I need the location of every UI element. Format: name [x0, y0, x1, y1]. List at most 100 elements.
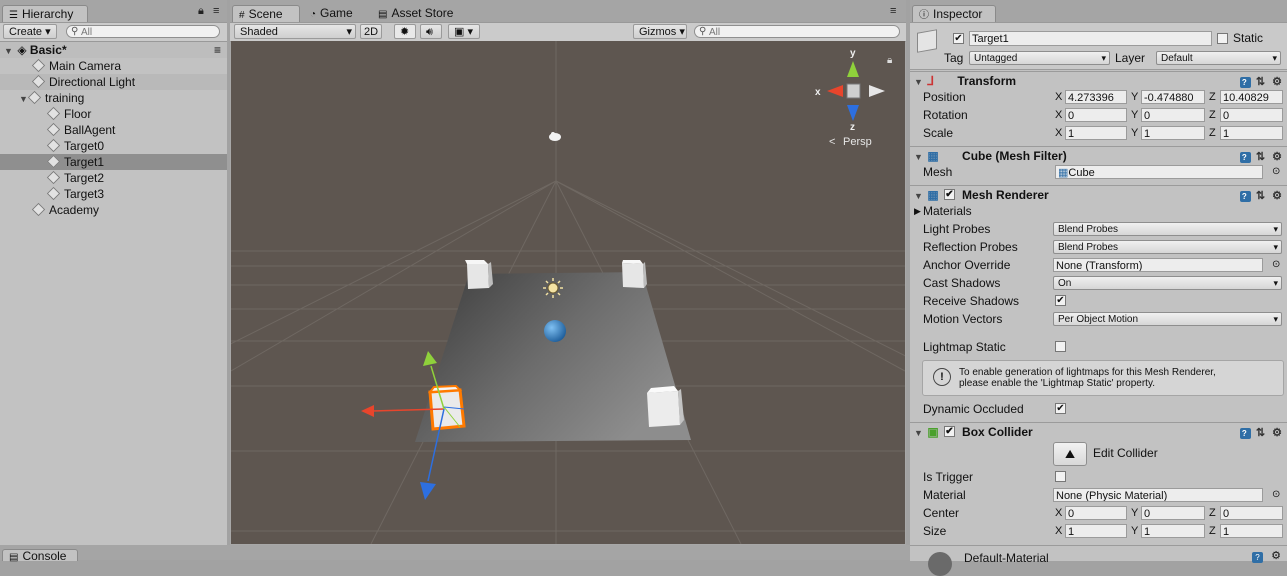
axis-y-label[interactable]: Y: [1131, 522, 1138, 540]
shading-mode-dropdown[interactable]: Shaded ▾: [234, 24, 356, 39]
create-button[interactable]: Create ▾: [3, 24, 57, 39]
edit-collider-button[interactable]: ⛰︎: [1053, 442, 1087, 466]
scale-x-field[interactable]: 1: [1065, 126, 1127, 140]
list-item[interactable]: Academy: [0, 202, 227, 218]
object-name-field[interactable]: Target1: [969, 31, 1212, 46]
axis-x-label[interactable]: X: [1055, 106, 1062, 124]
center-y-field[interactable]: 0: [1141, 506, 1205, 520]
help-icon[interactable]: ?: [1239, 191, 1251, 202]
gizmos-dropdown[interactable]: Gizmos ▾: [633, 24, 687, 39]
mesh-object-field[interactable]: ▦Cube: [1055, 165, 1263, 179]
tab-game[interactable]: ◔ Game: [304, 5, 359, 22]
axis-z-label[interactable]: Z: [1209, 88, 1216, 106]
axis-y-label[interactable]: Y: [1131, 106, 1138, 124]
box-collider-enabled-checkbox[interactable]: ✔: [944, 426, 955, 437]
position-z-field[interactable]: 10.40829: [1220, 90, 1283, 104]
rotation-x-field[interactable]: 0: [1065, 108, 1127, 122]
layer-dropdown[interactable]: Default: [1156, 51, 1281, 65]
active-checkbox[interactable]: ✔: [953, 33, 964, 44]
object-picker-icon[interactable]: ⊙: [1272, 256, 1280, 274]
axis-z-label[interactable]: Z: [1209, 106, 1216, 124]
list-item[interactable]: Main Camera: [0, 58, 227, 74]
scene-viewport[interactable]: y x z < Persp 🔒︎: [231, 41, 905, 544]
gear-icon[interactable]: ⚙︎: [1271, 549, 1281, 562]
anchor-override-field[interactable]: None (Transform): [1053, 258, 1263, 272]
receive-shadows-checkbox[interactable]: ✔: [1055, 295, 1066, 306]
help-icon[interactable]: ?: [1239, 77, 1251, 88]
materials-row[interactable]: ▶ Materials: [910, 202, 1287, 220]
mesh-renderer-enabled-checkbox[interactable]: ✔: [944, 189, 955, 200]
static-checkbox[interactable]: [1217, 33, 1228, 44]
component-menu-icons[interactable]: ? ⇅ ⚙︎: [1239, 424, 1284, 442]
panel-menu-icon[interactable]: ≡: [890, 5, 896, 17]
tab-hierarchy[interactable]: ☰ Hierarchy: [2, 5, 88, 22]
axis-x-label[interactable]: X: [1055, 522, 1062, 540]
default-material-header[interactable]: Default-Material ? ⚙︎: [910, 545, 1287, 576]
position-y-field[interactable]: -0.474880: [1141, 90, 1205, 104]
size-x-field[interactable]: 1: [1065, 524, 1127, 538]
tab-console[interactable]: ▤ Console: [2, 549, 78, 563]
expand-arrow-icon[interactable]: ▶: [914, 202, 921, 220]
lock-icon[interactable]: 🔒︎: [887, 55, 892, 66]
axis-x-label[interactable]: X: [1055, 504, 1062, 522]
hierarchy-search-input[interactable]: All: [66, 25, 220, 38]
audio-toggle-button[interactable]: 🔊︎: [420, 24, 442, 39]
position-x-field[interactable]: 4.273396: [1065, 90, 1127, 104]
target1-cube-selected[interactable]: [427, 384, 466, 431]
object-picker-icon[interactable]: ⊙: [1272, 486, 1280, 504]
list-item[interactable]: Target1: [0, 154, 227, 170]
orientation-gizmo[interactable]: y x z < Persp 🔒︎: [815, 48, 892, 148]
list-item[interactable]: Directional Light: [0, 74, 227, 90]
expand-arrow-icon[interactable]: ▼: [914, 424, 924, 442]
tag-dropdown[interactable]: Untagged: [969, 51, 1110, 65]
effects-dropdown[interactable]: ▣ ▾: [448, 24, 480, 39]
help-icon[interactable]: ?: [1239, 152, 1251, 163]
reflection-probes-dropdown[interactable]: Blend Probes: [1053, 240, 1282, 254]
object-picker-icon[interactable]: ⊙: [1272, 163, 1280, 181]
motion-vectors-dropdown[interactable]: Per Object Motion: [1053, 312, 1282, 326]
axis-y-label[interactable]: Y: [1131, 88, 1138, 106]
rotation-z-field[interactable]: 0: [1220, 108, 1283, 122]
list-item[interactable]: ▼ training: [0, 90, 227, 106]
axis-z-label[interactable]: Z: [1209, 504, 1216, 522]
expand-arrow-icon[interactable]: ▼: [4, 43, 14, 59]
rotation-y-field[interactable]: 0: [1141, 108, 1205, 122]
scale-y-field[interactable]: 1: [1141, 126, 1205, 140]
center-z-field[interactable]: 0: [1220, 506, 1283, 520]
target2-cube[interactable]: [622, 260, 647, 288]
axis-x-label[interactable]: X: [1055, 88, 1062, 106]
box-collider-header[interactable]: ▼ ▣ ✔ Box Collider ? ⇅ ⚙︎: [910, 422, 1287, 441]
lock-icon[interactable]: 🔒︎: [198, 5, 204, 18]
scene-search-input[interactable]: All: [694, 25, 900, 38]
2d-toggle-button[interactable]: 2D: [360, 24, 382, 39]
list-item[interactable]: Target3: [0, 186, 227, 202]
persp-label[interactable]: <: [829, 136, 835, 148]
list-item[interactable]: BallAgent: [0, 122, 227, 138]
physic-material-field[interactable]: None (Physic Material): [1053, 488, 1263, 502]
lighting-toggle-button[interactable]: ✹: [394, 24, 416, 39]
list-item[interactable]: Floor: [0, 106, 227, 122]
tab-asset-store[interactable]: ▤ Asset Store: [372, 5, 459, 22]
panel-menu-icon[interactable]: ≡: [213, 5, 219, 17]
axis-x-label[interactable]: X: [1055, 124, 1062, 142]
axis-y-label[interactable]: Y: [1131, 124, 1138, 142]
list-item[interactable]: Target0: [0, 138, 227, 154]
light-gizmo-icon[interactable]: [543, 278, 563, 298]
camera-gizmo-icon[interactable]: [549, 132, 561, 141]
help-icon[interactable]: ?: [1239, 428, 1251, 439]
scene-root-row[interactable]: ▼ ◈ Basic* ≡: [0, 42, 227, 58]
ball-agent[interactable]: [544, 320, 566, 342]
lightmap-static-checkbox[interactable]: [1055, 341, 1066, 352]
axis-z-label[interactable]: Z: [1209, 124, 1216, 142]
cast-shadows-dropdown[interactable]: On: [1053, 276, 1282, 290]
expand-arrow-icon[interactable]: ▼: [19, 91, 29, 107]
list-item[interactable]: Target2: [0, 170, 227, 186]
size-z-field[interactable]: 1: [1220, 524, 1283, 538]
persp-text[interactable]: Persp: [843, 136, 872, 148]
scale-z-field[interactable]: 1: [1220, 126, 1283, 140]
dynamic-occluded-checkbox[interactable]: ✔: [1055, 403, 1066, 414]
center-x-field[interactable]: 0: [1065, 506, 1127, 520]
size-y-field[interactable]: 1: [1141, 524, 1205, 538]
scene-canvas[interactable]: y x z < Persp 🔒︎: [231, 41, 905, 544]
target0-cube[interactable]: [465, 260, 493, 289]
